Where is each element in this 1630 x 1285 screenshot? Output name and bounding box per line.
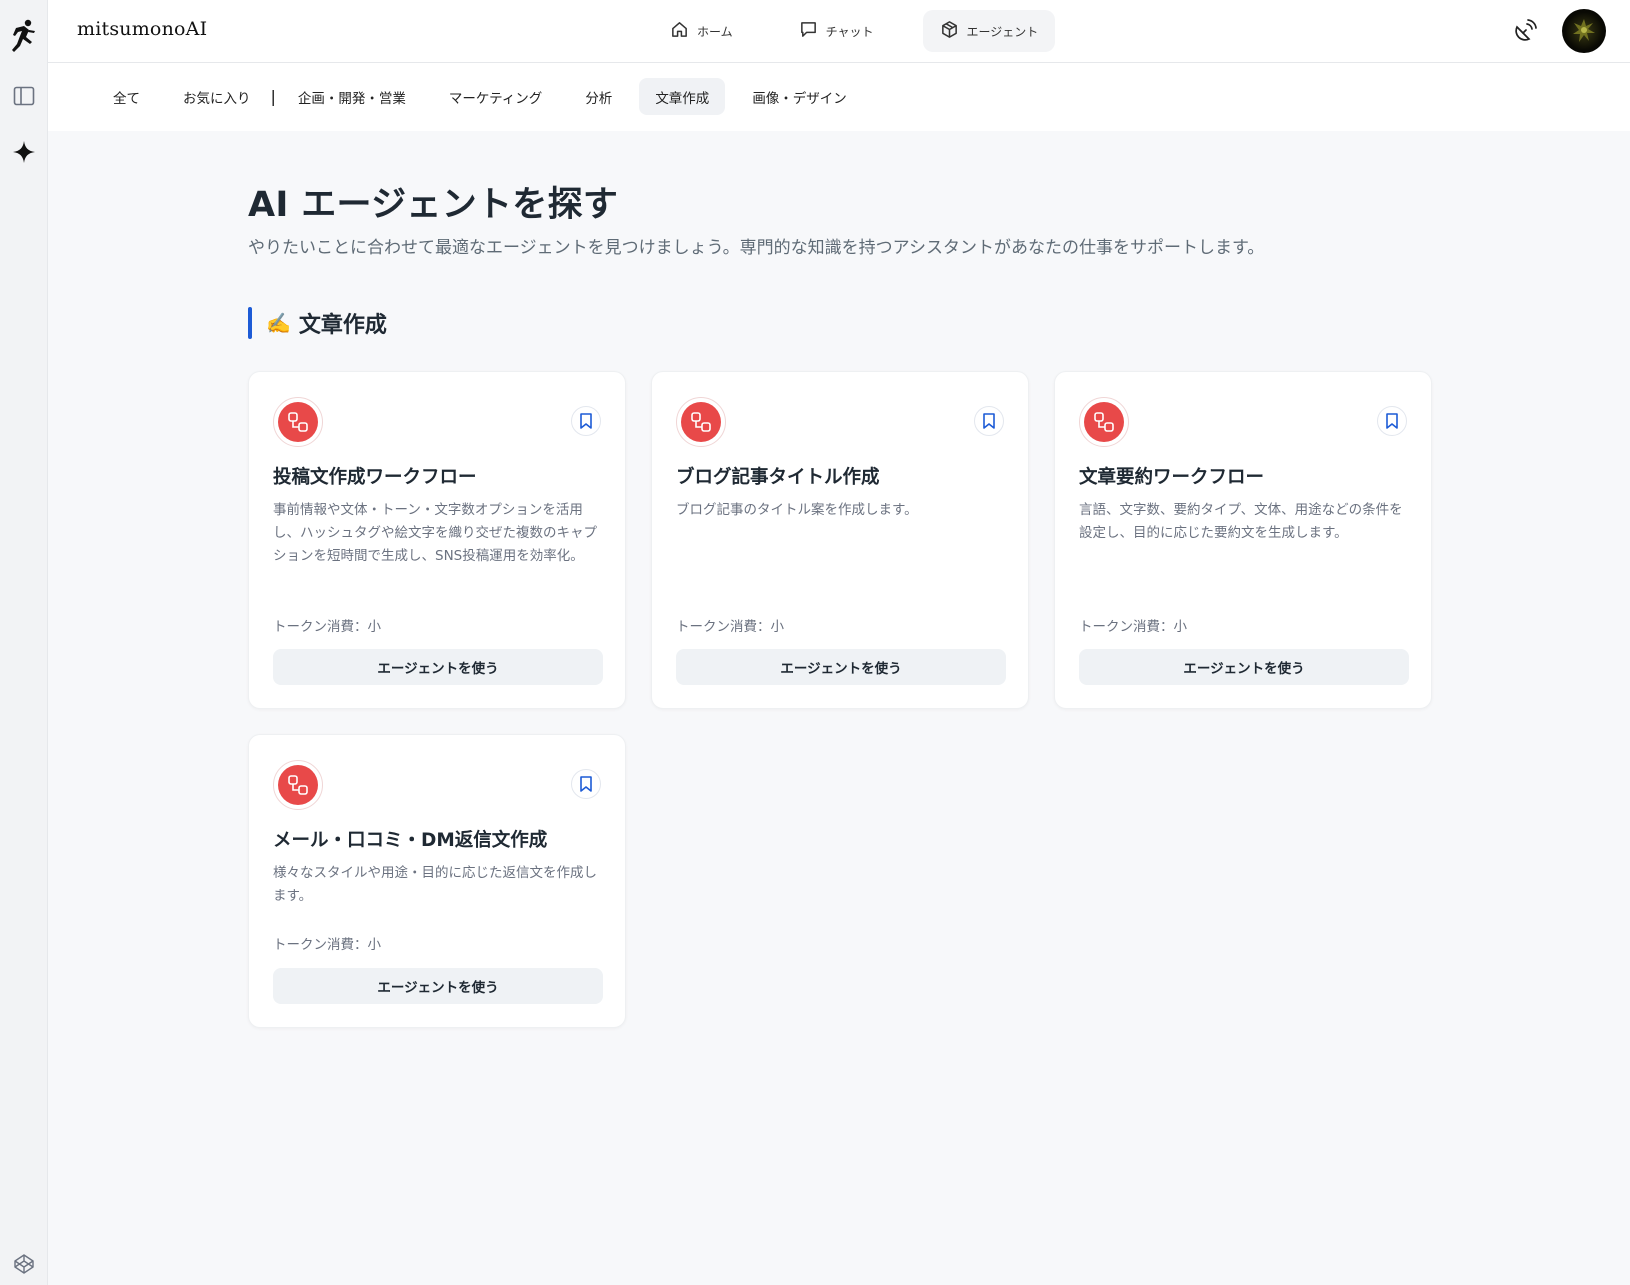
page-title: AI エージェントを探す [248,185,619,225]
use-agent-button[interactable]: エージェントを使う [676,649,1006,685]
workflow-icon [278,765,318,805]
use-agent-button[interactable]: エージェントを使う [1079,649,1409,685]
token-usage: トークン消費：小 [676,619,784,635]
tab-analysis[interactable]: 分析 [569,78,628,115]
runner-logo-icon[interactable] [9,18,39,54]
nav-agent-label: エージェント [966,24,1039,39]
satellite-dish-icon[interactable] [1512,18,1538,44]
agent-description: 事前情報や文体・トーン・文字数オプションを活用し、ハッシュタグや絵文字を織り交ぜ… [273,502,597,564]
agent-icon [273,397,323,447]
nav-home[interactable]: ホーム [653,10,750,52]
agent-description: 言語、文字数、要約タイプ、文体、用途などの条件を設定し、目的に応じた要約文を生成… [1079,502,1403,541]
bookmark-icon [983,413,995,429]
bookmark-icon [580,413,592,429]
agent-title: 文章要約ワークフロー [1079,467,1265,488]
writing-hand-icon: ✍️ [266,311,291,335]
page-subtitle: やりたいことに合わせて最適なエージェントを見つけましょう。専門的な知識を持つアシ… [248,238,1265,258]
use-agent-button[interactable]: エージェントを使う [273,649,603,685]
nav-chat-label: チャット [825,24,874,39]
agent-card: 文章要約ワークフロー 言語、文字数、要約タイプ、文体、用途などの条件を設定し、目… [1054,371,1432,709]
token-usage: トークン消費：小 [273,619,381,635]
left-rail [0,0,48,1285]
section-title: 文章作成 [298,313,387,338]
token-usage: トークン消費：小 [273,937,381,953]
agent-description: 様々なスタイルや用途・目的に応じた返信文を作成します。 [273,865,597,904]
section-accent-bar [248,307,252,339]
top-header: mitsumonoAI ホーム チャット エージェント [48,0,1630,63]
workflow-icon [681,402,721,442]
agent-card: 投稿文作成ワークフロー 事前情報や文体・トーン・文字数オプションを活用し、ハッシ… [248,371,626,709]
agent-icon [676,397,726,447]
bookmark-icon [1386,413,1398,429]
agent-icon [1079,397,1129,447]
tab-planning-dev-sales[interactable]: 企画・開発・営業 [282,78,422,115]
agent-icon [273,760,323,810]
agent-description: ブログ記事のタイトル案を作成します。 [676,502,918,518]
agent-title: 投稿文作成ワークフロー [273,467,477,488]
agent-card: メール・口コミ・DM返信文作成 様々なスタイルや用途・目的に応じた返信文を作成し… [248,734,626,1028]
agent-title: ブログ記事タイトル作成 [676,467,880,488]
main-nav: ホーム チャット エージェント [653,10,1056,52]
bookmark-button[interactable] [974,406,1004,436]
codepen-icon[interactable] [12,1252,36,1276]
category-bar: 全て お気に入り | 企画・開発・営業 マーケティング 分析 文章作成 画像・デ… [48,63,1630,131]
workflow-icon [1084,402,1124,442]
workflow-icon [278,402,318,442]
tab-writing[interactable]: 文章作成 [639,78,726,115]
nav-home-label: ホーム [697,24,733,39]
bookmark-icon [580,776,592,792]
section-header: ✍️ 文章作成 [248,307,387,339]
tab-all[interactable]: 全て [97,78,156,115]
bookmark-button[interactable] [571,769,601,799]
agent-card: ブログ記事タイトル作成 ブログ記事のタイトル案を作成します。 トークン消費：小 … [651,371,1029,709]
use-agent-button[interactable]: エージェントを使う [273,968,603,1004]
brand-name[interactable]: mitsumonoAI [77,18,207,40]
token-usage: トークン消費：小 [1079,619,1187,635]
home-icon [670,20,689,42]
tab-marketing[interactable]: マーケティング [433,78,558,115]
nav-agent[interactable]: エージェント [922,10,1056,52]
bookmark-button[interactable] [1377,406,1407,436]
avatar[interactable] [1562,9,1606,53]
tab-favorites[interactable]: お気に入り [167,78,267,115]
category-tabs: 全て お気に入り | 企画・開発・営業 マーケティング 分析 文章作成 画像・デ… [97,78,863,115]
chat-icon [799,20,818,42]
cube-icon [940,20,959,42]
tab-image-design[interactable]: 画像・デザイン [736,78,863,115]
nav-chat[interactable]: チャット [782,10,891,52]
bookmark-button[interactable] [571,406,601,436]
agent-title: メール・口コミ・DM返信文作成 [273,830,548,851]
sparkle-icon[interactable] [12,140,36,164]
sidebar-toggle-icon[interactable] [12,84,36,108]
category-separator: | [270,87,276,106]
